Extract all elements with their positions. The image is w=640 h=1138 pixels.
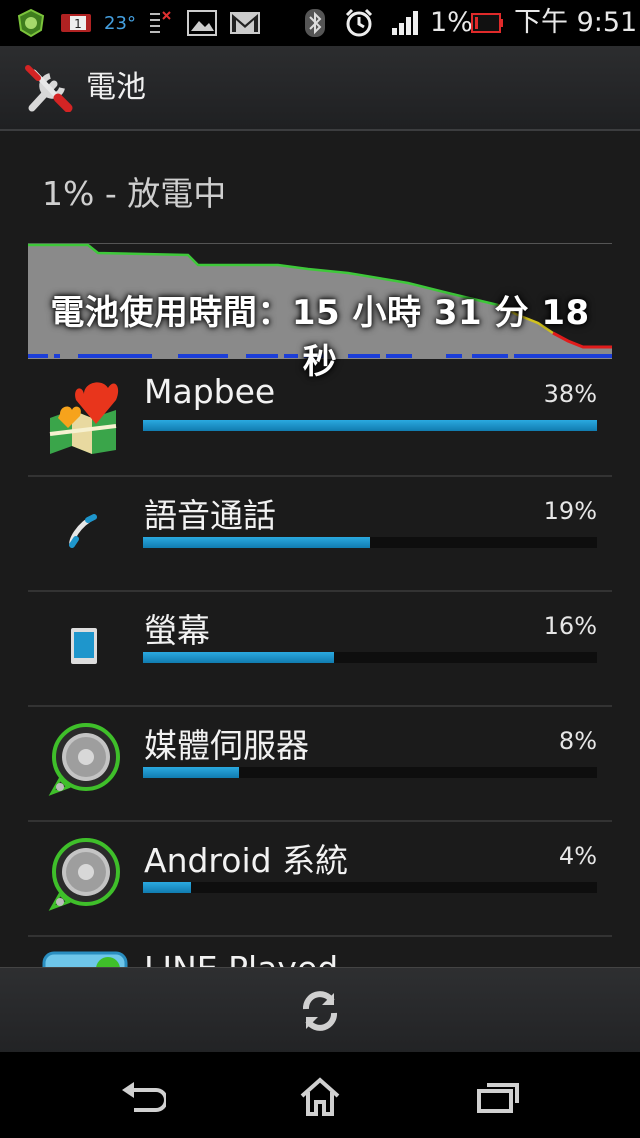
usage-row-bar (143, 652, 597, 663)
bottom-action-bar (0, 967, 640, 1053)
alarm-icon (342, 0, 376, 46)
battery-low-icon (470, 0, 504, 46)
usage-row-label: Mapbee (144, 372, 276, 411)
line-app-icon (42, 951, 128, 967)
usage-row-bar-fill (143, 882, 191, 893)
usage-row-percent: 8% (558, 727, 597, 755)
usage-row-voice-call[interactable]: 語音通話 19% (28, 475, 612, 592)
usage-row-bar-fill (143, 420, 597, 431)
usage-row-percent: 19% (543, 497, 597, 525)
signal-icon (390, 0, 422, 46)
tools-icon[interactable] (24, 64, 74, 113)
gallery-icon (186, 0, 218, 46)
notification-count: 1 (74, 17, 82, 31)
status-bar: 1 23° 1% 下午 9:51 (0, 0, 640, 46)
mapbee-icon (46, 376, 122, 454)
usage-row-label: 語音通話 (144, 496, 276, 535)
usage-row-bar (143, 882, 597, 893)
battery-usage-content[interactable]: 1% - 放電中 電池使用時間：15 小時 31 分 18 秒 Mapbee 3… (0, 131, 640, 967)
usage-row-screen[interactable]: 螢幕 16% (28, 590, 612, 707)
refresh-icon[interactable] (290, 982, 350, 1040)
usage-row-label: 螢幕 (144, 611, 210, 650)
status-time: 下午 9:51 (514, 7, 638, 38)
usage-row-label: LINE Played (144, 949, 338, 967)
recent-apps-icon[interactable] (462, 1070, 532, 1122)
security-icon (14, 0, 48, 46)
temperature-icon: 23° (104, 12, 136, 34)
network-switch-icon (146, 0, 174, 46)
usage-row-bar-fill (143, 537, 370, 548)
action-bar: 電池 (0, 46, 640, 131)
usage-row-media-server[interactable]: 媒體伺服器 8% (28, 705, 612, 822)
usage-row-percent: 4% (558, 842, 597, 870)
back-icon[interactable] (108, 1070, 178, 1122)
media-server-icon (46, 723, 122, 799)
usage-row-mapbee[interactable]: Mapbee 38% (28, 360, 612, 475)
usage-row-bar-fill (143, 767, 239, 778)
phone-call-icon (46, 493, 122, 569)
usage-row-android-system[interactable]: Android 系統 4% (28, 820, 612, 937)
notification-badge-icon: 1 (58, 0, 94, 46)
navigation-bar (0, 1052, 640, 1138)
bluetooth-icon (302, 0, 328, 46)
usage-row-bar (143, 537, 597, 548)
usage-row-label: 媒體伺服器 (144, 726, 309, 765)
gmail-icon (228, 0, 262, 46)
usage-row-line-played[interactable]: LINE Played (28, 935, 612, 967)
usage-row-bar (143, 767, 597, 778)
home-icon[interactable] (285, 1070, 355, 1122)
status-battery-percent: 1% (430, 7, 473, 38)
battery-status: 1% - 放電中 (42, 174, 227, 213)
usage-row-bar (143, 420, 597, 431)
usage-row-percent: 16% (543, 612, 597, 640)
screen-icon (46, 608, 122, 684)
page-title: 電池 (86, 70, 146, 105)
usage-row-label: Android 系統 (144, 841, 349, 880)
android-system-icon (46, 838, 122, 914)
usage-row-bar-fill (143, 652, 335, 663)
usage-row-percent: 38% (543, 380, 597, 408)
